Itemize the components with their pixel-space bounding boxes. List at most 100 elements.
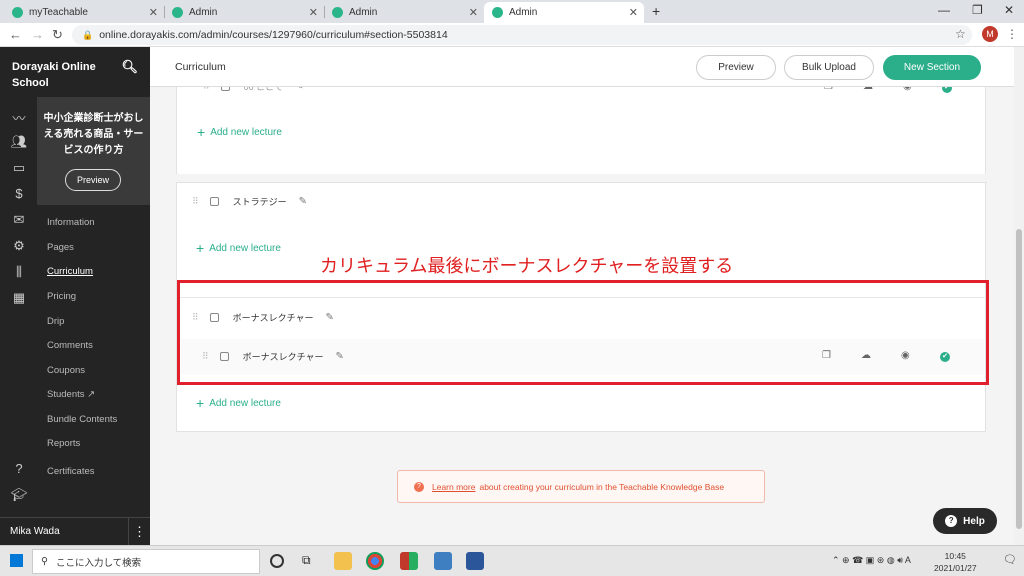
sidebar-item-pricing[interactable]: Pricing <box>47 291 76 302</box>
section-checkbox[interactable] <box>209 197 219 206</box>
search-placeholder: ここに入力して検索 <box>55 557 142 569</box>
word-icon[interactable] <box>466 552 484 570</box>
course-preview-button[interactable]: Preview <box>65 169 121 191</box>
devices-icon[interactable]: ▭ <box>10 160 28 178</box>
close-icon[interactable]: ✕ <box>309 6 318 19</box>
school-name-text: Dorayaki Online School <box>12 61 96 89</box>
url-field[interactable]: 🔒 online.dorayakis.com/admin/courses/1297… <box>72 25 972 45</box>
preview-button[interactable]: Preview <box>696 55 776 80</box>
help-label: Help <box>963 515 985 527</box>
window-close-icon[interactable]: ✕ <box>1004 3 1014 17</box>
settings-gear-icon[interactable]: ⚙ <box>10 238 28 256</box>
scrollbar-thumb[interactable] <box>1016 229 1022 529</box>
taskbar-search-field[interactable]: ⚲ ここに入力して検索 <box>32 549 260 574</box>
question-icon: ? <box>414 481 424 492</box>
mail-icon[interactable]: ✉ <box>10 212 28 230</box>
sidebar-item-bundle-contents[interactable]: Bundle Contents <box>47 414 117 425</box>
browser-tab-active[interactable]: Admin ✕ <box>484 2 644 23</box>
dollar-icon[interactable]: $ <box>10 186 28 204</box>
teachable-favicon-icon <box>332 7 343 18</box>
browser-tab-bar: myTeachable ✕ Admin ✕ Admin ✕ Admin ✕ + — ❐ … <box>0 0 1024 23</box>
edit-pencil-icon[interactable]: ✎ <box>299 196 307 207</box>
sidebar-item-coupons[interactable]: Coupons <box>47 365 85 376</box>
help-button[interactable]: ? Help <box>933 508 997 534</box>
tab-label: Admin <box>189 7 218 18</box>
divider <box>177 182 987 183</box>
help-circle-icon[interactable]: ? <box>10 461 28 479</box>
section-title-row[interactable]: ⠿ ストラテジー ✎ <box>192 195 307 208</box>
course-card: 中小企業診断士がおしえる売れる商品・サービスの作り方 Preview <box>37 97 150 205</box>
add-new-lecture-button[interactable]: + Add new lecture <box>196 240 281 256</box>
learn-more-link[interactable]: Learn more <box>432 482 475 492</box>
close-icon[interactable]: ✕ <box>149 6 158 19</box>
close-icon[interactable]: ✕ <box>629 6 638 19</box>
teachable-favicon-icon <box>12 7 23 18</box>
analytics-icon[interactable]: 〰 <box>10 108 28 126</box>
sidebar-item-information[interactable]: Information <box>47 217 95 228</box>
windows-taskbar: ⚲ ここに入力して検索 ⧉ ⌃ ⊕ ☎ ▣ ⊛ ◍ 🔊︎ A 10:45 2021/… <box>0 545 1024 576</box>
sidebar-item-students[interactable]: Students ↗ <box>47 389 95 400</box>
taskbar-clock[interactable]: 10:45 2021/01/27 <box>934 550 977 574</box>
main-content: ⠿06 ここで✎ ❐ ☁ ◉ ✔ +Add new lecture ⠿ストラテジ… <box>150 47 1014 545</box>
tab-label: Admin <box>349 7 378 18</box>
library-icon[interactable]: ⫼ <box>10 264 28 282</box>
tab-label: Admin <box>509 7 538 18</box>
app-icon[interactable] <box>400 552 418 570</box>
cortana-icon[interactable] <box>270 554 284 568</box>
users-icon[interactable]: 👥︎ <box>10 134 28 152</box>
teachable-favicon-icon <box>492 7 503 18</box>
windows-start-icon[interactable] <box>10 554 23 567</box>
annotation-text: カリキュラム最後にボーナスレクチャーを設置する <box>320 256 734 277</box>
reload-icon[interactable]: ↻ <box>52 27 63 43</box>
user-menu-icon[interactable]: ⋮ <box>128 518 150 546</box>
browser-tab[interactable]: myTeachable ✕ <box>4 2 164 23</box>
add-lecture-label: Add new lecture <box>209 397 281 409</box>
address-bar-row: ← → ↻ 🔒 online.dorayakis.com/admin/course… <box>0 23 1024 47</box>
knowledge-base-notice: ? Learn more about creating your curricu… <box>397 470 765 503</box>
plus-icon: + <box>197 124 206 140</box>
minimize-icon[interactable]: — <box>938 3 950 17</box>
forward-icon[interactable]: → <box>31 27 44 42</box>
add-new-lecture-button[interactable]: + Add new lecture <box>197 124 282 140</box>
browser-tab[interactable]: Admin ✕ <box>164 2 324 23</box>
add-new-lecture-button[interactable]: + Add new lecture <box>196 395 281 411</box>
profile-avatar[interactable]: M <box>982 26 998 42</box>
notifications-icon[interactable]: 🗨︎ <box>1003 553 1017 566</box>
school-name: Dorayaki Online School 🔍︎ <box>0 47 150 97</box>
sidebar-item-reports[interactable]: Reports <box>47 438 80 449</box>
file-explorer-icon[interactable] <box>334 552 352 570</box>
tray-icons[interactable]: ⌃ ⊕ ☎ ▣ ⊛ ◍ 🔊︎ A <box>832 555 911 566</box>
back-icon[interactable]: ← <box>9 27 22 42</box>
new-section-button[interactable]: New Section <box>883 55 981 80</box>
browser-menu-icon[interactable]: ⋮ <box>1006 27 1018 41</box>
page-header: Curriculum Preview Bulk Upload New Secti… <box>150 47 1014 87</box>
plus-icon: + <box>196 240 205 256</box>
drag-handle-icon[interactable]: ⠿ <box>192 196 199 207</box>
section-title: ストラテジー <box>232 197 287 207</box>
sidebar-item-curriculum[interactable]: Curriculum <box>47 266 93 277</box>
close-icon[interactable]: ✕ <box>469 6 478 19</box>
page-scrollbar[interactable] <box>1014 47 1024 545</box>
search-icon[interactable]: 🔍︎ <box>121 59 138 75</box>
sidebar-item-comments[interactable]: Comments <box>47 340 93 351</box>
calendar-icon[interactable]: ▦ <box>10 290 28 308</box>
user-footer[interactable]: Mika Wada ⋮ <box>0 517 150 546</box>
chrome-icon[interactable] <box>366 552 384 570</box>
task-view-icon[interactable]: ⧉ <box>302 553 320 571</box>
section-gap <box>176 174 988 182</box>
add-lecture-label: Add new lecture <box>209 242 281 254</box>
time: 10:45 <box>944 551 966 561</box>
bulk-upload-button[interactable]: Bulk Upload <box>784 55 874 80</box>
browser-tab[interactable]: Admin ✕ <box>324 2 484 23</box>
page-title: Curriculum <box>175 61 226 73</box>
new-tab-icon[interactable]: + <box>652 3 660 19</box>
url-text: online.dorayakis.com/admin/courses/12979… <box>99 29 448 41</box>
bookmark-star-icon[interactable]: ☆ <box>955 27 966 41</box>
sidebar-item-pages[interactable]: Pages <box>47 242 74 253</box>
restore-icon[interactable]: ❐ <box>972 3 983 17</box>
app-icon[interactable] <box>434 552 452 570</box>
graduation-cap-icon[interactable]: 🎓︎ <box>10 487 28 505</box>
date: 2021/01/27 <box>934 563 977 573</box>
sidebar-item-drip[interactable]: Drip <box>47 316 64 327</box>
sidebar-item-certificates[interactable]: Certificates <box>47 466 95 477</box>
